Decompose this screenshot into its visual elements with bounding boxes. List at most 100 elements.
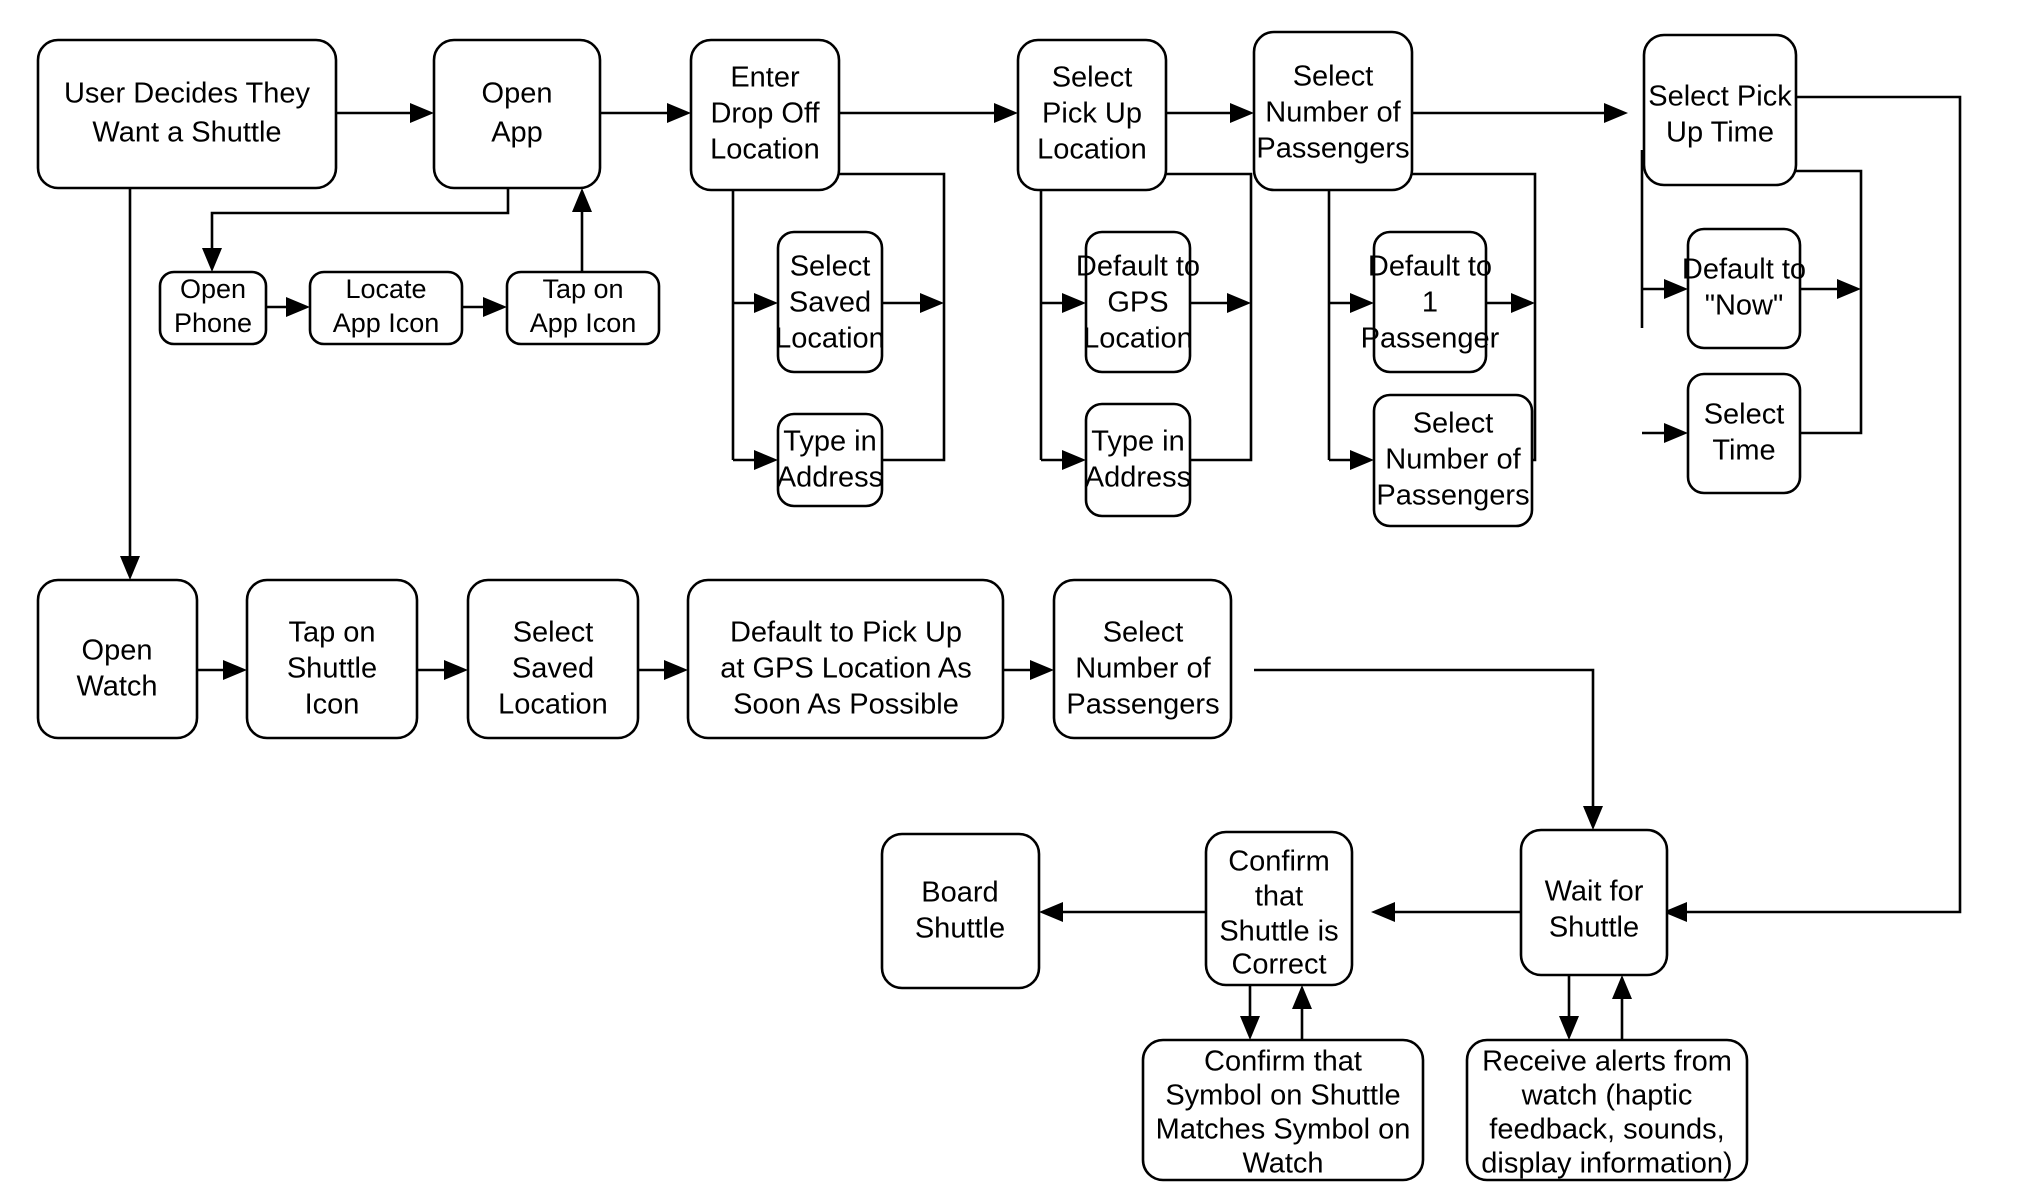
node-label-line: Type in [1091,426,1185,458]
edge-pick-up-time-to-wait-for-shuttle [1681,95,1962,914]
node-label-line: Select [1103,617,1184,649]
arrow-head-icon [1030,660,1054,680]
node-label-line: Select [1293,61,1374,93]
arrow-head-icon [223,660,247,680]
node-label-line: Confirm that [1204,1046,1362,1078]
arrow-head-icon [754,293,778,313]
arrow-head-icon [202,248,222,272]
node-label-line: Confirm [1228,846,1330,878]
node-open-phone[interactable]: Open Phone [158,270,268,346]
node-select-number-of-passengers-3[interactable]: Select Number of Passengers [1052,578,1233,740]
node-label-line: watch (haptic [1521,1080,1693,1112]
node-label-line: Open [482,78,553,110]
arrow-head-icon [483,297,507,317]
node-select-pick-up-time[interactable]: Select Pick Up Time [1642,33,1798,187]
node-type-in-address-2[interactable]: Type in Address [1084,402,1192,518]
node-box[interactable] [1686,227,1802,350]
node-default-to-now[interactable]: Default to "Now" [1682,227,1806,350]
arrow-head-icon [120,556,140,580]
arrow-head-icon [410,103,434,123]
node-label-line: Number of [1265,97,1401,129]
node-box[interactable] [432,38,602,190]
node-label-line: Time [1712,435,1775,467]
node-label-line: App Icon [530,308,637,338]
node-select-saved-location-1[interactable]: Select Saved Location [775,230,885,374]
node-user-decides[interactable]: User Decides They Want a Shuttle [36,38,338,190]
node-label-line: Select [1704,399,1785,431]
node-label-line: Saved [789,287,871,319]
node-label-line: Open [82,635,153,667]
arrow-head-icon [1371,902,1395,922]
node-label-line: Up Time [1666,117,1774,149]
node-label-line: Select [790,251,871,283]
node-label-line: App [491,117,543,149]
arrow-head-icon [1350,450,1374,470]
node-label-line: Symbol on Shuttle [1165,1080,1400,1112]
node-label-line: Passengers [1256,133,1409,165]
node-label-line: Select [1413,408,1494,440]
node-tap-on-shuttle-icon[interactable]: Tap on Shuttle Icon [245,578,419,740]
node-select-pick-up-location[interactable]: Select Pick Up Location [1016,38,1168,192]
node-enter-drop-off[interactable]: Enter Drop Off Location [689,38,841,192]
node-wait-for-shuttle[interactable]: Wait for Shuttle [1519,828,1669,977]
arrow-head-icon [1350,293,1374,313]
node-label-line: GPS [1107,287,1168,319]
node-label-line: 1 [1422,287,1438,319]
node-select-number-of-passengers-2[interactable]: Select Number of Passengers [1372,393,1534,528]
arrow-head-icon [1511,293,1535,313]
node-tap-on-app-icon[interactable]: Tap on App Icon [505,270,661,346]
node-label-line: Number of [1075,653,1211,685]
edge-open-app-to-open-phone [210,188,510,255]
node-label-line: Default to Pick Up [730,617,962,649]
node-label-line: "Now" [1705,290,1784,322]
node-label-line: Locate [345,274,426,304]
arrow-head-icon [1240,1016,1260,1040]
node-label-line: Watch [1242,1148,1323,1180]
node-type-in-address-1[interactable]: Type in Address [776,412,884,508]
node-default-to-gps-location[interactable]: Default to GPS Location [1076,230,1200,374]
arrow-head-icon [1664,423,1688,443]
node-open-app[interactable]: Open App [432,38,602,190]
node-default-pick-up-gps-asap[interactable]: Default to Pick Up at GPS Location As So… [686,578,1005,740]
node-label-line: Location [775,323,885,355]
node-label-line: Passengers [1066,689,1219,721]
node-box[interactable] [36,38,338,190]
node-select-time[interactable]: Select Time [1686,372,1802,495]
node-label-line: feedback, sounds, [1489,1114,1724,1146]
node-label-line: Location [1037,134,1147,166]
arrow-head-icon [1559,1016,1579,1040]
node-open-watch[interactable]: Open Watch [36,578,199,740]
edge-passengers-3-to-wait-for-shuttle [1254,668,1595,812]
node-default-to-1-passenger[interactable]: Default to 1 Passenger [1361,230,1500,374]
node-label-line: User Decides They [64,78,311,110]
node-box[interactable] [1084,402,1192,518]
node-label-line: Location [1083,323,1193,355]
arrow-head-icon [1583,806,1603,830]
node-confirm-symbol-matches[interactable]: Confirm that Symbol on Shuttle Matches S… [1141,1038,1425,1182]
node-board-shuttle[interactable]: Board Shuttle [880,832,1041,990]
node-label-line: display information) [1481,1148,1732,1180]
arrow-head-icon [1230,103,1254,123]
arrow-head-icon [1604,103,1628,123]
node-label-line: Wait for [1545,876,1644,908]
node-label-line: Soon As Possible [733,689,959,721]
node-label-line: Icon [305,689,360,721]
arrow-head-icon [1062,293,1086,313]
node-label-line: Passenger [1361,323,1500,355]
arrow-head-icon [444,660,468,680]
node-select-saved-location-2[interactable]: Select Saved Location [466,578,640,740]
node-receive-alerts-from-watch[interactable]: Receive alerts from watch (haptic feedba… [1465,1038,1749,1182]
node-label-line: Select [513,617,594,649]
flowchart-canvas: User Decides They Want a Shuttle Open Ap… [0,0,2027,1203]
node-label-line: Pick Up [1042,98,1142,130]
node-label-line: Location [710,134,820,166]
arrow-head-icon [920,293,944,313]
node-label-line: Shuttle [915,913,1005,945]
node-confirm-shuttle-correct[interactable]: Confirm that Shuttle is Correct [1204,830,1354,987]
node-label-line: Default to [1368,251,1492,283]
node-box[interactable] [1686,372,1802,495]
node-box[interactable] [880,832,1041,990]
node-label-line: Shuttle is [1219,916,1338,948]
node-select-number-of-passengers-1[interactable]: Select Number of Passengers [1252,30,1414,192]
node-locate-app-icon[interactable]: Locate App Icon [308,270,464,346]
